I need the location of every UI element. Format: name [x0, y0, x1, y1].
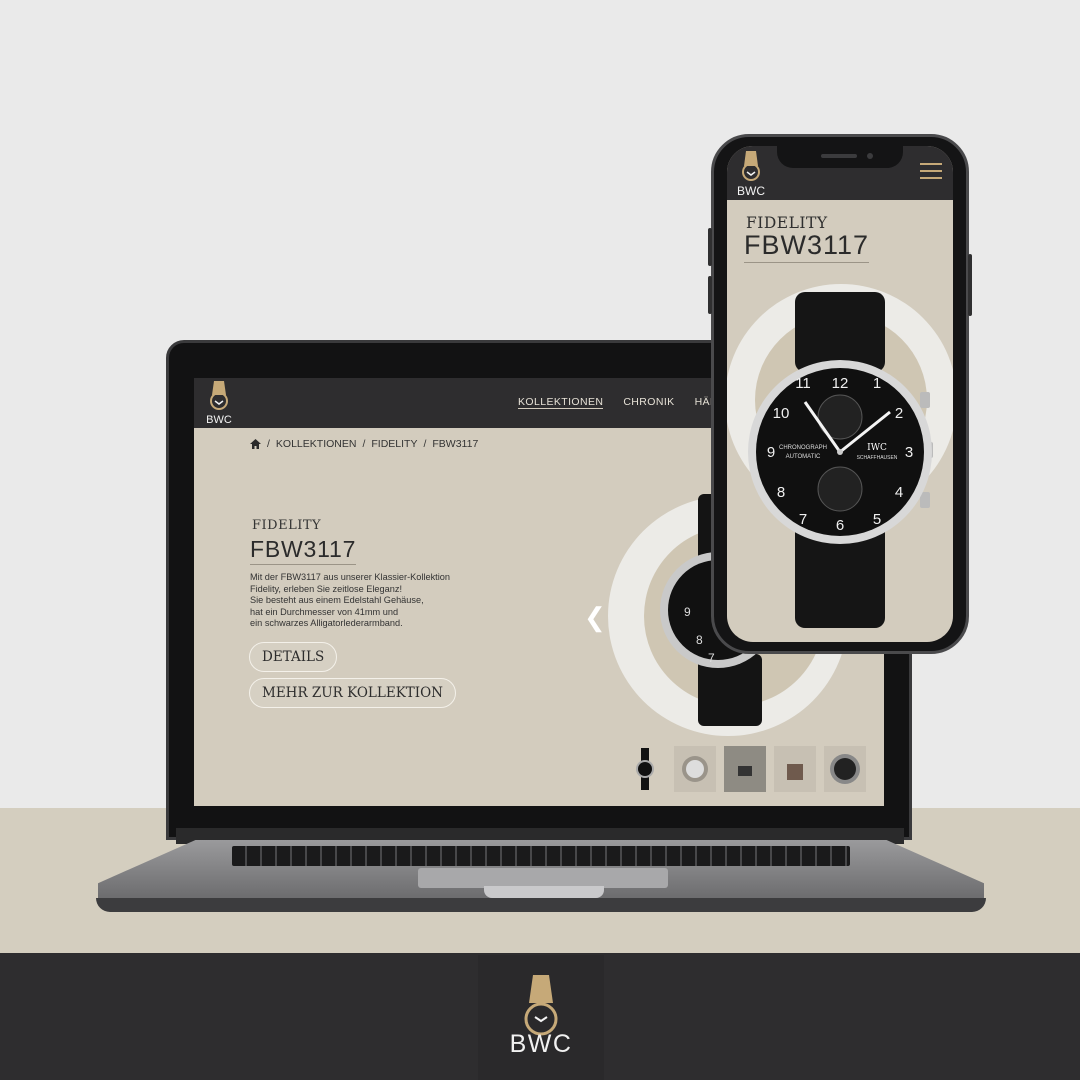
- phone-volume-up: [708, 228, 712, 266]
- svg-text:4: 4: [895, 484, 903, 501]
- breadcrumb-current: FBW3117: [432, 438, 479, 450]
- svg-text:5: 5: [873, 511, 881, 528]
- svg-text:10: 10: [773, 405, 790, 422]
- svg-text:12: 12: [832, 375, 849, 392]
- phone-volume-down: [708, 276, 712, 314]
- carousel-prev-arrow-icon[interactable]: ❮: [584, 602, 606, 633]
- breadcrumb-fidelity[interactable]: FIDELITY: [371, 438, 417, 450]
- phone-camera: [867, 153, 873, 159]
- bwc-logo-icon[interactable]: BWC: [202, 380, 236, 426]
- laptop-opening-notch: [484, 886, 604, 898]
- svg-text:BWC: BWC: [737, 184, 765, 198]
- svg-text:11: 11: [795, 375, 811, 392]
- svg-text:3: 3: [905, 444, 913, 461]
- phone-screen: BWC FIDELITY FBW3117 12 6 93 10 2 11 1 84 7…: [727, 146, 953, 642]
- nav-kollektionen[interactable]: KOLLEKTIONEN: [518, 396, 604, 409]
- svg-text:SCHAFFHAUSEN: SCHAFFHAUSEN: [857, 455, 898, 461]
- svg-text:7: 7: [799, 511, 807, 528]
- svg-text:2: 2: [895, 405, 903, 422]
- details-button[interactable]: DETAILS: [249, 642, 338, 672]
- hamburger-icon[interactable]: [920, 163, 942, 183]
- watch-image: 126 93 10 2 11 1 84 75 CHRONOGRAPH AUTOMAT…: [748, 292, 933, 628]
- phone-speaker: [821, 154, 857, 158]
- model-title: FBW3117: [250, 536, 357, 565]
- svg-text:6: 6: [836, 517, 844, 534]
- thumbnail-4[interactable]: [774, 746, 816, 792]
- svg-text:CHRONOGRAPH: CHRONOGRAPH: [779, 445, 827, 451]
- breadcrumb-kollektionen[interactable]: KOLLEKTIONEN: [276, 438, 357, 450]
- bwc-logo-icon[interactable]: [513, 975, 569, 1037]
- collection-button[interactable]: MEHR ZUR KOLLEKTION: [249, 678, 456, 708]
- svg-text:9: 9: [684, 605, 691, 619]
- product-description: Mit der FBW3117 aus unserer Klassier-Kol…: [250, 572, 450, 628]
- svg-text:1: 1: [873, 375, 881, 392]
- svg-text:BWC: BWC: [206, 414, 232, 426]
- nav-chronik[interactable]: CHRONIK: [623, 396, 674, 409]
- phone-notch: [777, 146, 903, 168]
- thumbnail-1[interactable]: [624, 746, 666, 792]
- svg-text:8: 8: [777, 484, 785, 501]
- collection-title: FIDELITY: [252, 518, 322, 533]
- laptop-shadow: [96, 898, 986, 912]
- thumbnail-strip: [624, 746, 866, 792]
- footer-brand-name: BWC: [509, 1030, 573, 1058]
- laptop-trackpad: [418, 868, 668, 888]
- laptop-keyboard: [232, 846, 850, 866]
- bwc-logo-icon[interactable]: BWC: [733, 150, 769, 198]
- breadcrumb: / KOLLEKTIONEN / FIDELITY / FBW3117: [250, 438, 478, 450]
- phone-power-button: [968, 254, 972, 316]
- thumbnail-5[interactable]: [824, 746, 866, 792]
- svg-text:8: 8: [696, 633, 703, 647]
- mobile-model-title: FBW3117: [744, 230, 870, 263]
- svg-text:IWC: IWC: [867, 443, 887, 453]
- svg-text:9: 9: [767, 444, 775, 461]
- svg-text:7: 7: [708, 651, 715, 665]
- thumbnail-2[interactable]: [674, 746, 716, 792]
- main-nav: KOLLEKTIONEN CHRONIK HÄND: [518, 396, 726, 409]
- home-icon[interactable]: [250, 439, 261, 449]
- thumbnail-3[interactable]: [724, 746, 766, 792]
- svg-text:AUTOMATIC: AUTOMATIC: [786, 454, 821, 460]
